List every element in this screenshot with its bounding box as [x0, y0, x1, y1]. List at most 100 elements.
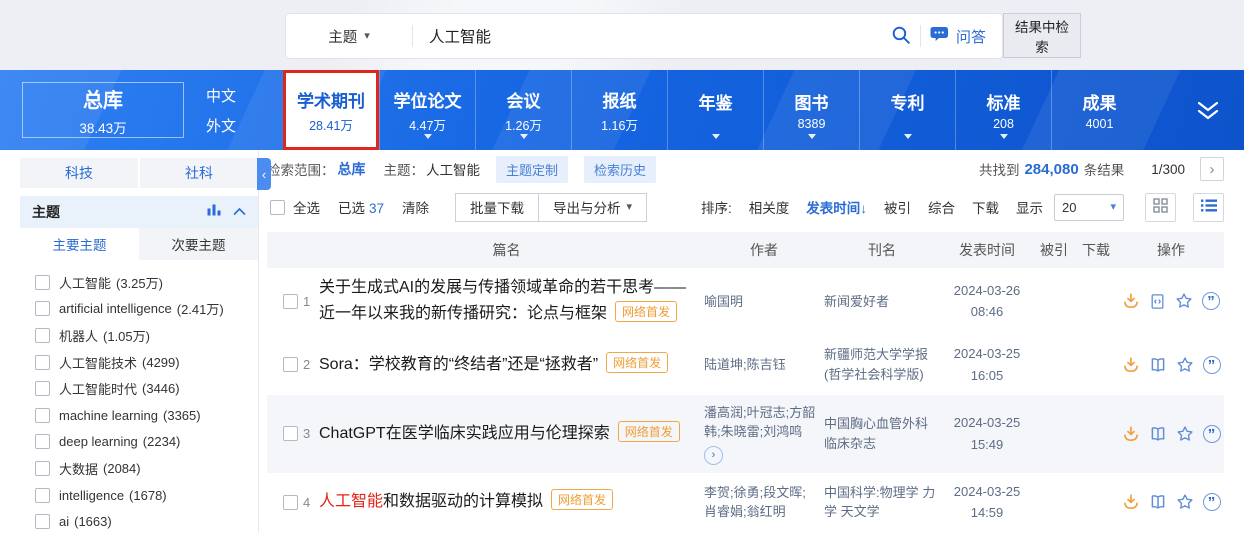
html-read-icon[interactable] [1149, 293, 1166, 310]
authors-link[interactable]: 陆道坤;陈吉钰 [704, 355, 824, 375]
nav-item-academic-journals[interactable]: 学术期刊 28.41万 [283, 70, 379, 150]
row-checkbox[interactable] [283, 294, 298, 309]
journal-link[interactable]: 新闻爱好者 [824, 292, 940, 312]
cite-quote-icon[interactable]: ” [1203, 493, 1221, 511]
article-title-link[interactable]: 人工智能和数据驱动的计算模拟 [319, 493, 543, 510]
row-checkbox[interactable] [283, 357, 298, 372]
search-input[interactable] [413, 27, 882, 45]
cite-quote-icon[interactable]: ” [1202, 292, 1220, 310]
nav-lang-chinese[interactable]: 中文 [206, 85, 236, 106]
checkbox[interactable] [35, 488, 50, 503]
search-history-button[interactable]: 检索历史 [584, 156, 656, 183]
tab-secondary-topics[interactable]: 次要主题 [139, 228, 258, 260]
checkbox[interactable] [35, 301, 50, 316]
topic-filter-item[interactable]: machine learning(3365) [35, 402, 258, 429]
header-cited[interactable]: 被引 [1034, 240, 1074, 260]
nav-item-dissertations[interactable]: 学位论文 4.47万 [379, 70, 475, 150]
journal-link[interactable]: 中国胸心血管外科临床杂志 [824, 414, 940, 453]
read-book-icon[interactable] [1149, 493, 1167, 511]
online-first-badge[interactable]: 网络首发 [615, 301, 677, 322]
list-view-button[interactable] [1193, 193, 1224, 222]
tab-social-science[interactable]: 社科 [140, 158, 258, 188]
topic-filter-item[interactable]: intelligence(1678) [35, 482, 258, 509]
tab-sci-tech[interactable]: 科技 [20, 158, 138, 188]
found-count[interactable]: 284,080 [1024, 161, 1078, 178]
topic-filter-item[interactable]: ai(1663) [35, 508, 258, 535]
batch-download-button[interactable]: 批量下载 [455, 193, 539, 222]
nav-item-books[interactable]: 图书 8389 [763, 70, 859, 150]
sort-downloads[interactable]: 下载 [972, 197, 999, 217]
clear-selection-button[interactable]: 清除 [402, 197, 429, 217]
checkbox[interactable] [35, 434, 50, 449]
bar-chart-icon[interactable] [207, 203, 221, 221]
search-within-results-button[interactable]: 结果中检索 [1003, 13, 1081, 58]
authors-link[interactable]: 李贺;徐勇;段文晖;肖睿娟;翁红明 [704, 483, 824, 522]
checkbox[interactable] [35, 514, 50, 529]
select-all-checkbox[interactable] [270, 200, 285, 215]
journal-link[interactable]: 中国科学:物理学 力学 天文学 [824, 483, 940, 522]
nav-item-patents[interactable]: 专利 [859, 70, 955, 150]
checkbox[interactable] [35, 381, 50, 396]
online-first-badge[interactable]: 网络首发 [606, 352, 668, 373]
checkbox[interactable] [35, 461, 50, 476]
tab-main-topics[interactable]: 主要主题 [20, 228, 139, 260]
cite-quote-icon[interactable]: ” [1203, 425, 1221, 443]
scope-value-link[interactable]: 总库 [338, 159, 366, 179]
page-size-select[interactable]: 20 ▾ [1054, 194, 1124, 221]
online-first-badge[interactable]: 网络首发 [618, 421, 680, 442]
checkbox[interactable] [35, 328, 50, 343]
download-icon[interactable] [1122, 292, 1140, 310]
nav-item-yearbooks[interactable]: 年鉴 [667, 70, 763, 150]
nav-item-achievements[interactable]: 成果 4001 [1051, 70, 1147, 150]
checkbox[interactable] [35, 408, 50, 423]
topic-filter-item[interactable]: 人工智能技术(4299) [35, 349, 258, 376]
favorite-star-icon[interactable] [1176, 493, 1194, 511]
nav-item-standards[interactable]: 标准 208 [955, 70, 1051, 150]
topic-filter-item[interactable]: artificial intelligence(2.41万) [35, 296, 258, 323]
sidebar-collapse-button[interactable]: ‹ [257, 158, 271, 190]
search-button[interactable] [882, 14, 920, 58]
search-field-selector[interactable]: 主题 ▾ [286, 26, 412, 47]
article-title-link[interactable]: ChatGPT在医学临床实践应用与伦理探索 [319, 425, 610, 442]
checkbox[interactable] [35, 275, 50, 290]
grid-view-button[interactable] [1145, 193, 1176, 222]
authors-link[interactable]: 喻国明 [704, 292, 824, 312]
favorite-star-icon[interactable] [1176, 356, 1194, 374]
nav-item-conferences[interactable]: 会议 1.26万 [475, 70, 571, 150]
read-book-icon[interactable] [1149, 356, 1167, 374]
topic-custom-button[interactable]: 主题定制 [496, 156, 568, 183]
topic-filter-item[interactable]: 大数据(2084) [35, 455, 258, 482]
online-first-badge[interactable]: 网络首发 [551, 489, 613, 510]
expand-authors-button[interactable]: › [704, 446, 723, 465]
topic-filter-item[interactable]: 人工智能(3.25万) [35, 269, 258, 296]
nav-item-newspapers[interactable]: 报纸 1.16万 [571, 70, 667, 150]
select-all-label[interactable]: 全选 [293, 197, 320, 217]
favorite-star-icon[interactable] [1176, 425, 1194, 443]
export-analyze-button[interactable]: 导出与分析 ▾ [538, 193, 647, 222]
download-icon[interactable] [1122, 425, 1140, 443]
sort-publish-date[interactable]: 发表时间↓ [806, 197, 867, 217]
download-icon[interactable] [1122, 493, 1140, 511]
sort-relevance[interactable]: 相关度 [749, 197, 790, 217]
checkbox[interactable] [35, 355, 50, 370]
chevron-up-icon[interactable] [233, 203, 246, 221]
article-title-link[interactable]: Sora：学校教育的“终结者”还是“拯救者” [319, 356, 598, 373]
topic-filter-item[interactable]: 人工智能时代(3446) [35, 375, 258, 402]
sort-cited[interactable]: 被引 [884, 197, 911, 217]
read-book-icon[interactable] [1149, 425, 1167, 443]
row-checkbox[interactable] [283, 495, 298, 510]
nav-lang-foreign[interactable]: 外文 [206, 115, 236, 136]
download-icon[interactable] [1122, 356, 1140, 374]
topic-filter-item[interactable]: 机器人(1.05万) [35, 322, 258, 349]
nav-item-total-library[interactable]: 总库 38.43万 [22, 82, 184, 138]
next-page-button[interactable]: › [1200, 157, 1224, 181]
authors-link[interactable]: 潘高润;叶冠志;方韶韩;朱晓雷;刘鸿鸣› [704, 403, 824, 465]
row-checkbox[interactable] [283, 426, 298, 441]
nav-expand-more-button[interactable] [1194, 100, 1222, 127]
journal-link[interactable]: 新疆师范大学学报(哲学社会科学版) [824, 345, 940, 384]
header-downloads[interactable]: 下载 [1074, 240, 1118, 260]
cite-quote-icon[interactable]: ” [1203, 356, 1221, 374]
qa-button[interactable]: 问答 [929, 26, 986, 47]
topic-filter-item[interactable]: deep learning(2234) [35, 429, 258, 456]
sort-comprehensive[interactable]: 综合 [928, 197, 955, 217]
